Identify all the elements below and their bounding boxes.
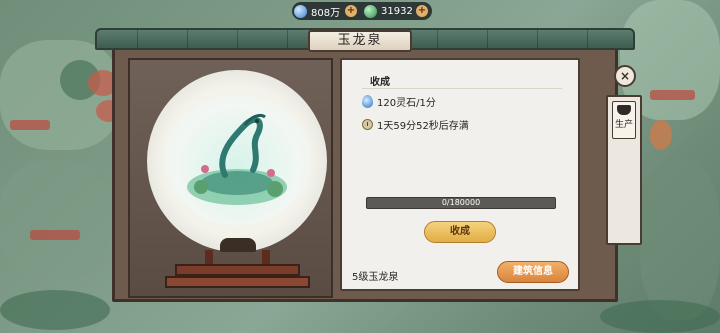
- add-spirit-water-button[interactable]: +: [345, 5, 357, 17]
- tab-production[interactable]: 生产: [612, 101, 636, 139]
- storage-progress-bar: 0/180000: [366, 197, 556, 209]
- header-divider: [362, 88, 562, 89]
- jade-icon: [364, 4, 377, 18]
- harvest-header: 收成: [370, 77, 390, 88]
- tab-production-label: 生产: [614, 120, 633, 130]
- progress-text: 0/180000: [441, 198, 481, 207]
- building-title: 玉龙泉: [308, 30, 412, 52]
- building-info-panel: 收成 120灵石/1分 1天59分52秒后存满 0/180000 收成 5级玉龙…: [340, 58, 580, 291]
- spirit-water-icon: [294, 4, 307, 18]
- spirit-water-currency: 808万: [294, 2, 340, 20]
- time-to-full-row: 1天59分52秒后存满: [362, 117, 469, 132]
- close-icon[interactable]: ×: [614, 65, 636, 87]
- add-jade-button[interactable]: +: [416, 5, 428, 17]
- harvest-rate-row: 120灵石/1分: [362, 94, 436, 109]
- building-info-button[interactable]: 建筑信息: [497, 261, 569, 283]
- harvest-button[interactable]: 收成: [424, 221, 496, 243]
- spirit-water-amount: 808万: [311, 7, 341, 19]
- jade-amount: 31932: [381, 5, 413, 17]
- jade-currency: 31932: [364, 2, 413, 20]
- drop-icon: [362, 95, 373, 108]
- clock-icon: [362, 119, 373, 130]
- side-tab-strip: 生产: [606, 95, 642, 245]
- currency-bar: 808万 + 31932 +: [292, 2, 432, 20]
- display-pedestal: [165, 238, 310, 290]
- pot-icon: [617, 105, 631, 115]
- time-to-full: 1天59分52秒后存满: [377, 121, 469, 132]
- building-level-label: 5级玉龙泉: [352, 272, 399, 283]
- jade-dragon-spring-illustration: [165, 95, 310, 225]
- harvest-rate: 120灵石/1分: [377, 98, 436, 109]
